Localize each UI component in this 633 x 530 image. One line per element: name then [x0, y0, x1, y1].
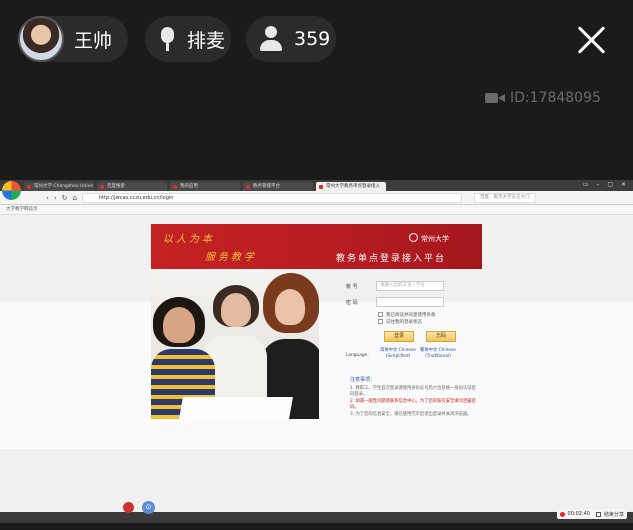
url-input[interactable]: http://jwcas.cczu.edu.cn/login: [81, 192, 462, 203]
input-method-icon[interactable]: [123, 502, 134, 513]
browser-tab-bar: 常州大学 Changzhou Unive 百度搜索 我的应用 教务管理平台 常州…: [0, 180, 633, 191]
notice-item: 1. 教职工、学生首次登录请使用身份证号后六位及统一身份认证密码登录。: [350, 385, 476, 398]
stop-icon[interactable]: [595, 511, 601, 517]
remember-checkbox[interactable]: [378, 319, 383, 324]
viewer-count[interactable]: 359: [246, 16, 336, 62]
language-selector: Language: 简体中文 Chinese (Simplified) 繁体中文…: [346, 348, 476, 360]
students-photo: [151, 269, 319, 419]
remember-checkbox-row[interactable]: 记住我的登录状态: [378, 318, 476, 325]
user-icon: [256, 24, 286, 54]
recording-icon: [559, 511, 565, 517]
browser-tab[interactable]: 教务管理平台: [243, 182, 313, 191]
notice-title: 注意事项：: [350, 377, 376, 383]
form-buttons: 登录 忘码: [384, 331, 476, 342]
agree-checkbox-row[interactable]: 我已阅读并同意使用条款: [378, 311, 476, 318]
search-input[interactable]: 百度：南京大学东方大门: [473, 192, 536, 203]
assistant-icon[interactable]: ⊙: [142, 501, 155, 514]
bookmark-item[interactable]: 大学教学网首页: [6, 207, 38, 212]
username-input[interactable]: 请输入您的工号 / 学号: [376, 281, 444, 291]
notice-item: 2. 如遇一般性问题请联系信息中心，为了您的账号安全请勿泄露密码。: [350, 398, 476, 411]
login-page: 以人为本 服务教学 常州大学 教务单点登录接入平台 帐 号 请输入您的工号 / …: [0, 215, 633, 523]
agree-checkbox[interactable]: [378, 312, 383, 317]
notice-item: 3. 为了您的信息安全，请在使用完毕后退出登录并关闭浏览器。: [350, 411, 472, 417]
notice-panel: 注意事项： 1. 教职工、学生首次登录请使用身份证号后六位及统一身份认证密码登录…: [350, 377, 478, 418]
mic-queue-button[interactable]: 排麦: [145, 16, 231, 62]
recording-time: 00:02:40: [567, 511, 590, 517]
video-camera-icon: [484, 91, 506, 105]
password-input[interactable]: [376, 297, 444, 307]
room-id-text: ID:17848095: [510, 90, 601, 106]
browser-tab[interactable]: 常州大学 Changzhou Unive: [24, 182, 94, 191]
slogan-line-2: 服务教学: [205, 252, 257, 263]
screen-footer: [0, 512, 633, 523]
viewer-count-value: 359: [294, 28, 331, 50]
login-form: 帐 号 请输入您的工号 / 学号 密 码 我已阅读并同意使用条款 记住我的登录状…: [346, 279, 476, 360]
mic-queue-label: 排麦: [187, 29, 226, 52]
language-option-simplified[interactable]: 简体中文 Chinese (Simplified): [378, 348, 418, 360]
bookmark-bar: 大学教学网首页: [0, 205, 633, 215]
screen-share-status: 00:02:40 结束分享: [556, 509, 627, 519]
header-banner: 以人为本 服务教学 常州大学 教务单点登录接入平台: [151, 224, 482, 269]
language-option-traditional[interactable]: 繁体中文 Chinese (Traditional): [418, 348, 458, 360]
slogan-line-1: 以人为本: [163, 234, 215, 245]
address-bar-row: ‹ › ↻ ⌂ http://jwcas.cczu.edu.cn/login 百…: [0, 191, 633, 205]
reset-button[interactable]: 忘码: [426, 331, 456, 342]
host-name: 王帅: [74, 29, 113, 52]
username-label: 帐 号: [346, 283, 358, 290]
microphone-icon: [153, 25, 181, 53]
refresh-icon[interactable]: ↻: [62, 194, 68, 202]
shared-screen: 常州大学 Changzhou Unive 百度搜索 我的应用 教务管理平台 常州…: [0, 180, 633, 523]
agree-checkbox-label: 我已阅读并同意使用条款: [386, 312, 436, 318]
window-controls[interactable]: ▭ – ▢ ✕: [583, 181, 629, 188]
password-label: 密 码: [346, 299, 358, 306]
close-icon[interactable]: [576, 24, 608, 56]
room-id: ID:17848095: [484, 90, 601, 106]
home-icon[interactable]: ⌂: [73, 194, 77, 202]
remember-checkbox-label: 记住我的登录状态: [386, 319, 422, 325]
forward-icon[interactable]: ›: [54, 194, 57, 202]
photo-paper: [179, 397, 293, 419]
login-button[interactable]: 登录: [384, 331, 414, 342]
live-stream-view: 王帅 排麦 359 ID:17848095 常州大学 Changzhou Uni…: [0, 0, 633, 530]
browser-tab[interactable]: 百度搜索: [97, 182, 167, 191]
back-icon[interactable]: ‹: [46, 194, 49, 202]
host-info[interactable]: 王帅: [18, 16, 128, 62]
system-title: 教务单点登录接入平台: [336, 254, 447, 264]
university-name: 常州大学: [421, 235, 449, 243]
avatar[interactable]: [18, 16, 64, 62]
password-row: 密 码: [346, 295, 476, 309]
stop-share-button[interactable]: 结束分享: [604, 511, 624, 518]
photo-figure: [275, 289, 305, 325]
browser-tab[interactable]: 我的应用: [170, 182, 240, 191]
university-emblem-icon: [409, 233, 418, 242]
language-label: Language:: [346, 353, 369, 358]
username-row: 帐 号 请输入您的工号 / 学号: [346, 279, 476, 293]
browser-tab-active[interactable]: 常州大学教务单点登录接入: [316, 182, 386, 191]
photo-figure: [221, 293, 251, 327]
browser-logo-icon[interactable]: [2, 181, 21, 200]
photo-figure: [163, 307, 195, 343]
